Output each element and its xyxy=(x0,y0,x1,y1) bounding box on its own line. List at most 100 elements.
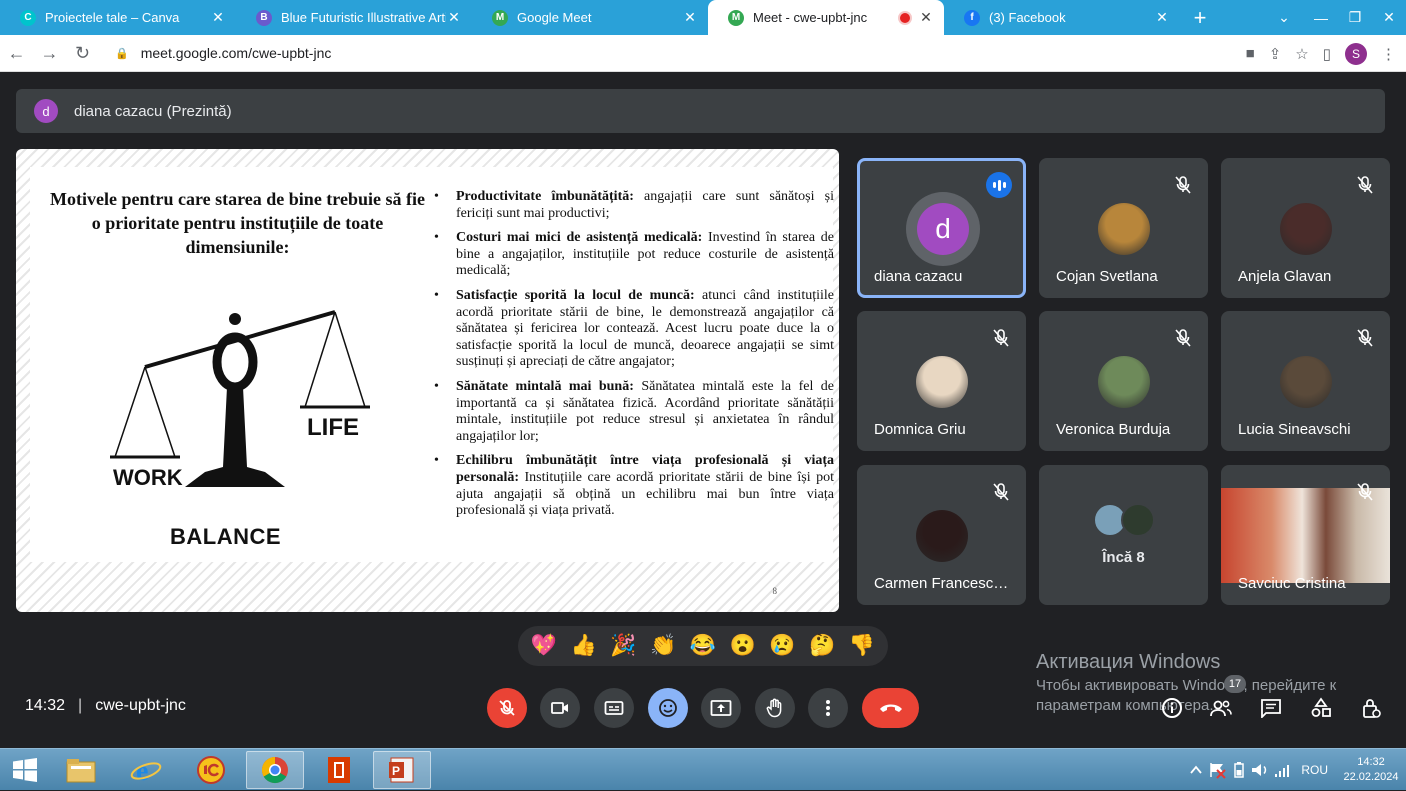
browser-tab[interactable]: C Proiectele tale – Canva ✕ xyxy=(0,0,236,35)
battery-icon[interactable] xyxy=(1229,761,1249,779)
slide-title: Motivele pentru care starea de bine treb… xyxy=(50,189,425,257)
separator: | xyxy=(78,697,83,714)
more-vert-icon xyxy=(826,700,830,716)
mic-off-icon xyxy=(993,483,1009,501)
recording-indicator-icon xyxy=(900,12,910,23)
participant-tile[interactable]: Carmen Francesc… xyxy=(857,465,1026,605)
show-hidden-icons-icon[interactable] xyxy=(1187,763,1205,777)
more-options-button[interactable] xyxy=(808,688,848,728)
bullet-heading: Satisfacție sporită la locul de muncă: xyxy=(456,287,695,303)
volume-icon[interactable] xyxy=(1249,761,1271,779)
taskbar-powerpoint[interactable]: P xyxy=(373,751,431,789)
participant-tile[interactable]: Savciuc Cristina xyxy=(1221,465,1390,605)
minimize-icon[interactable]: — xyxy=(1304,10,1338,26)
avatar-initial: d xyxy=(917,203,969,255)
hand-icon xyxy=(766,698,782,718)
reaction-emoji-button[interactable]: 😢 xyxy=(769,634,795,658)
mic-off-icon xyxy=(993,329,1009,347)
reaction-emoji-button[interactable]: 🤔 xyxy=(809,634,835,658)
language-indicator[interactable]: ROU xyxy=(1301,763,1328,777)
captions-icon xyxy=(604,701,624,715)
taskbar-chrome[interactable] xyxy=(246,751,304,789)
tab-favicon-icon: f xyxy=(964,9,980,26)
tab-favicon-icon: B xyxy=(256,9,272,26)
speaking-indicator-icon xyxy=(986,172,1012,198)
meeting-time: 14:32 xyxy=(25,697,66,714)
new-tab-button[interactable]: + xyxy=(1180,0,1220,35)
captions-button[interactable] xyxy=(594,688,634,728)
browser-tab[interactable]: B Blue Futuristic Illustrative Artifi ✕ xyxy=(236,0,472,35)
tab-title: Meet - cwe-upbt-jnc xyxy=(753,10,868,25)
camera-icon[interactable]: ■ xyxy=(1246,45,1255,62)
lock-person-icon xyxy=(1363,699,1381,718)
meeting-details-button[interactable] xyxy=(1157,693,1187,723)
start-button[interactable] xyxy=(0,751,50,789)
tab-close-icon[interactable]: ✕ xyxy=(446,9,462,26)
raise-hand-button[interactable] xyxy=(755,688,795,728)
mic-off-icon xyxy=(1357,483,1373,501)
browser-tab[interactable]: M Meet - cwe-upbt-jnc ✕ xyxy=(708,0,944,35)
tab-close-icon[interactable]: ✕ xyxy=(918,9,934,26)
network-icon[interactable] xyxy=(1271,761,1295,779)
share-icon[interactable]: ⇪ xyxy=(1269,45,1282,63)
work-label: WORK xyxy=(113,465,183,490)
reaction-emoji-button[interactable]: 😂 xyxy=(690,634,716,658)
tab-close-icon[interactable]: ✕ xyxy=(682,9,698,26)
participant-tile[interactable]: Lucia Sineavschi xyxy=(1221,311,1390,451)
reaction-emoji-button[interactable]: 💖 xyxy=(531,634,557,658)
chat-button[interactable] xyxy=(1256,693,1286,723)
people-button[interactable] xyxy=(1206,693,1236,723)
bookmark-star-icon[interactable]: ☆ xyxy=(1295,45,1308,63)
reload-icon[interactable]: ↻ xyxy=(66,43,99,64)
tab-title: (3) Facebook xyxy=(989,10,1066,25)
close-window-icon[interactable]: ✕ xyxy=(1372,9,1406,26)
sidepanel-icon[interactable]: ▯ xyxy=(1323,45,1331,63)
participant-tile[interactable]: d diana cazacu xyxy=(857,158,1026,298)
participant-name: diana cazacu xyxy=(874,268,963,285)
participant-tile[interactable]: Domnica Griu xyxy=(857,311,1026,451)
url-text[interactable]: meet.google.com/cwe-upbt-jnc xyxy=(141,45,332,61)
taskbar-internet-explorer[interactable]: e xyxy=(117,751,175,789)
url-field[interactable]: 🔒 meet.google.com/cwe-upbt-jnc xyxy=(115,45,331,61)
participant-name: Savciuc Cristina xyxy=(1238,575,1346,592)
life-label: LIFE xyxy=(307,414,359,441)
mic-toggle-button[interactable] xyxy=(487,688,527,728)
browser-tab[interactable]: f (3) Facebook ✕ xyxy=(944,0,1180,35)
taskbar-file-explorer[interactable] xyxy=(52,751,110,789)
present-screen-button[interactable] xyxy=(701,688,741,728)
tab-title: Blue Futuristic Illustrative Artifi xyxy=(281,10,446,25)
slide-bullet: Sănătate mintală mai bună: Sănătatea min… xyxy=(434,379,834,445)
tab-close-icon[interactable]: ✕ xyxy=(1154,9,1170,26)
browser-tab[interactable]: M Google Meet ✕ xyxy=(472,0,708,35)
participant-tile[interactable]: Cojan Svetlana xyxy=(1039,158,1208,298)
participant-tile[interactable]: Anjela Glavan xyxy=(1221,158,1390,298)
office-icon xyxy=(328,757,350,783)
camera-toggle-button[interactable] xyxy=(540,688,580,728)
profile-avatar[interactable]: S xyxy=(1345,42,1367,65)
reaction-emoji-button[interactable]: 👏 xyxy=(650,634,676,658)
host-controls-button[interactable] xyxy=(1356,693,1386,723)
taskbar-1c-app[interactable] xyxy=(182,751,240,789)
forward-icon[interactable]: → xyxy=(33,43,66,64)
taskbar-office-app[interactable] xyxy=(310,751,368,789)
shapes-icon xyxy=(1311,697,1331,717)
participant-photo xyxy=(916,356,968,408)
taskbar-clock[interactable]: 14:32 22.02.2024 xyxy=(1336,755,1406,785)
menu-kebab-icon[interactable]: ⋮ xyxy=(1381,45,1396,63)
leave-call-button[interactable] xyxy=(862,688,919,728)
address-bar: ← → ↻ 🔒 meet.google.com/cwe-upbt-jnc ■ ⇪… xyxy=(0,35,1406,72)
reactions-button[interactable] xyxy=(648,688,688,728)
reaction-emoji-button[interactable]: 😮 xyxy=(730,634,756,658)
tab-search-icon[interactable]: ⌄ xyxy=(1264,9,1304,26)
flag-icon[interactable] xyxy=(1205,761,1229,779)
restore-icon[interactable]: ❐ xyxy=(1338,9,1372,26)
reaction-emoji-button[interactable]: 👎 xyxy=(849,634,875,658)
more-participants-tile[interactable]: Încă 8 xyxy=(1039,465,1208,605)
reaction-emoji-button[interactable]: 🎉 xyxy=(610,634,636,658)
back-icon[interactable]: ← xyxy=(0,43,33,64)
reaction-emoji-button[interactable]: 👍 xyxy=(571,634,597,658)
tab-close-icon[interactable]: ✕ xyxy=(210,9,226,26)
participant-tile[interactable]: Veronica Burduja xyxy=(1039,311,1208,451)
activities-button[interactable] xyxy=(1306,693,1336,723)
participant-photo xyxy=(1098,356,1150,408)
